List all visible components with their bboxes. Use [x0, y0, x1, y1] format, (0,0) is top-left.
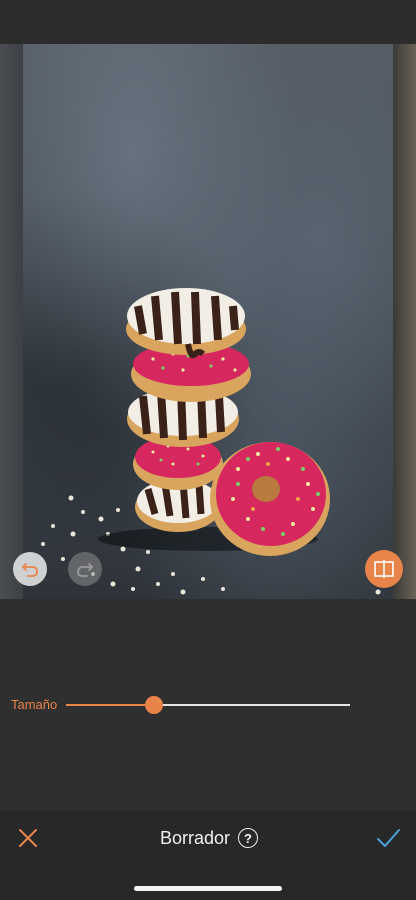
top-bar — [0, 0, 416, 44]
redo-button[interactable] — [68, 552, 102, 586]
donut-striped-top — [126, 288, 246, 359]
confirm-button[interactable] — [375, 826, 401, 850]
help-icon[interactable]: ? — [238, 828, 258, 848]
redo-icon — [77, 563, 93, 577]
compare-icon — [374, 560, 394, 578]
undo-icon — [22, 563, 38, 577]
undo-button[interactable] — [13, 552, 47, 586]
tool-title: Borrador — [160, 828, 231, 848]
donut-pink-leaning — [210, 442, 330, 556]
home-indicator — [134, 886, 282, 891]
size-slider-track[interactable] — [162, 704, 350, 706]
donut-photo — [41, 288, 381, 595]
photo-canvas[interactable] — [23, 44, 393, 599]
cancel-button[interactable] — [16, 826, 40, 850]
canvas-edge — [393, 44, 416, 599]
size-label: Tamaño — [11, 697, 58, 712]
checkmark-icon — [377, 829, 400, 847]
size-slider-filled[interactable] — [66, 704, 146, 706]
compare-button[interactable] — [365, 550, 403, 588]
close-icon — [19, 829, 37, 847]
size-slider-thumb[interactable] — [145, 696, 163, 714]
